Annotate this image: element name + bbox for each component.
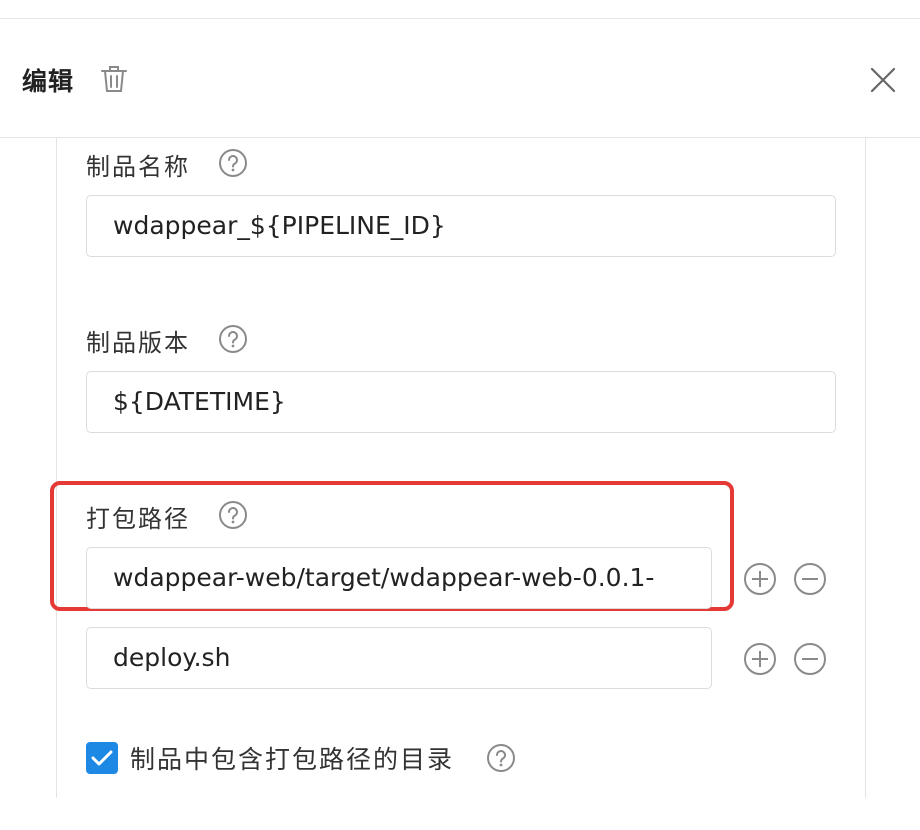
minus-circle-icon[interactable]	[793, 562, 827, 596]
artifact-name-label: 制品名称	[86, 153, 190, 181]
question-circle-icon[interactable]	[218, 324, 248, 354]
question-circle-icon[interactable]	[218, 500, 248, 530]
checkmark-icon	[91, 750, 113, 766]
dialog-title: 编辑	[22, 67, 75, 96]
package-path-input[interactable]: deploy.sh	[86, 627, 712, 689]
plus-circle-icon[interactable]	[743, 642, 777, 676]
artifact-name-input[interactable]: wdappear_${PIPELINE_ID}	[86, 195, 836, 257]
question-circle-icon[interactable]	[486, 743, 516, 773]
include-dir-checkbox[interactable]	[86, 742, 118, 774]
artifact-version-input[interactable]: ${DATETIME}	[86, 371, 836, 433]
minus-circle-icon[interactable]	[793, 642, 827, 676]
question-circle-icon[interactable]	[218, 148, 248, 178]
artifact-version-label: 制品版本	[86, 329, 190, 357]
trash-icon[interactable]	[98, 63, 130, 95]
dialog-header: 编辑	[0, 19, 920, 138]
include-dir-label: 制品中包含打包路径的目录	[130, 745, 455, 774]
plus-circle-icon[interactable]	[743, 562, 777, 596]
close-icon[interactable]	[866, 63, 900, 97]
package-path-label: 打包路径	[86, 505, 190, 533]
package-path-input[interactable]: wdappear-web/target/wdappear-web-0.0.1-	[86, 547, 712, 609]
